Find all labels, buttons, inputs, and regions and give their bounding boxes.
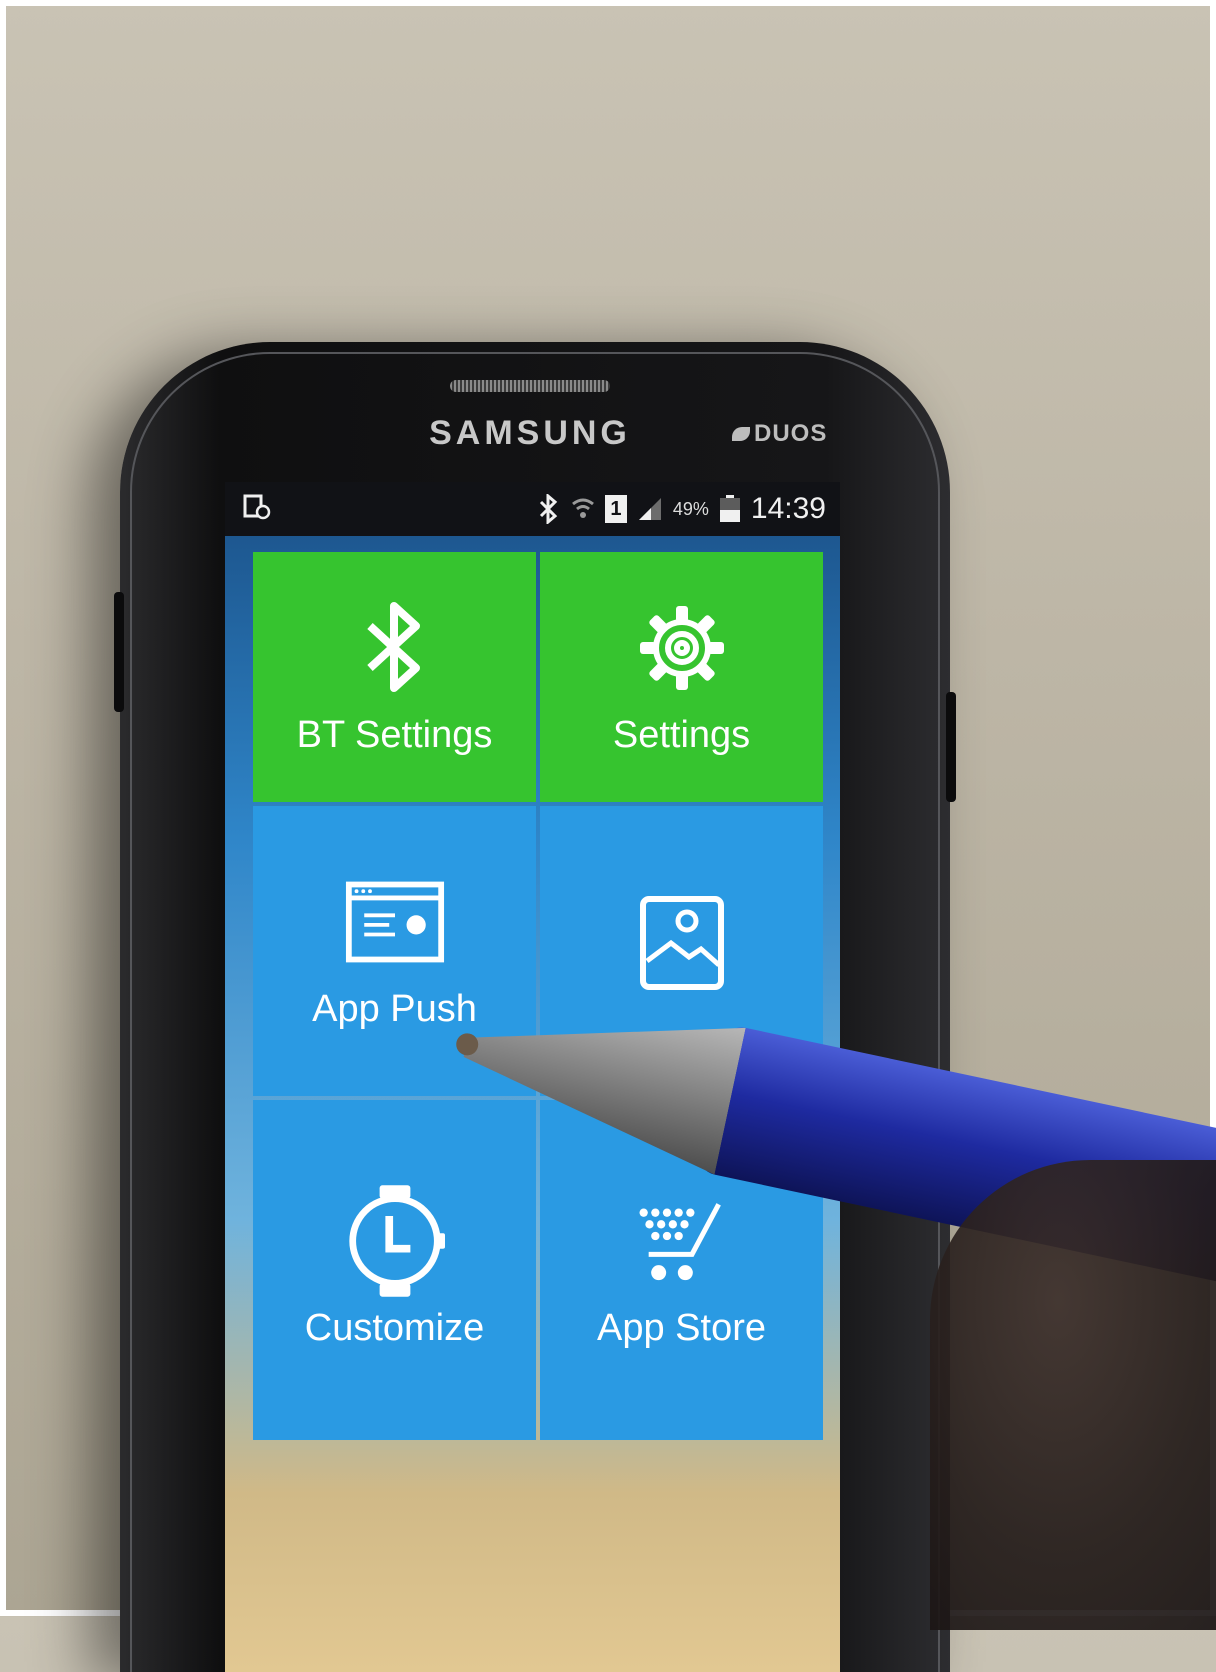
duos-badge: DUOS <box>732 420 827 448</box>
volume-key <box>114 592 124 712</box>
tile-label: App Push <box>312 987 477 1030</box>
hand <box>930 1160 1216 1630</box>
tile-settings[interactable]: Settings <box>540 552 823 802</box>
watch-icon <box>345 1184 445 1297</box>
tile-label: Customize <box>304 1306 485 1349</box>
duos-label: DUOS <box>754 420 828 447</box>
sim-icon: 1 <box>604 495 627 523</box>
pen-cone <box>450 972 745 1175</box>
status-bar: 1 49% 14:39 <box>225 482 840 536</box>
app-window-icon <box>345 872 445 972</box>
signal-icon <box>638 498 661 520</box>
wifi-icon <box>571 498 594 518</box>
bluetooth-icon <box>539 494 558 524</box>
power-key <box>946 692 956 802</box>
clock: 14:39 <box>750 492 826 525</box>
earpiece-speaker <box>450 380 610 392</box>
gear-icon <box>632 598 732 698</box>
tile-label: App Store <box>597 1306 766 1349</box>
bluetooth-icon <box>345 598 445 698</box>
battery-percent: 49% <box>672 498 709 519</box>
tile-bt-settings[interactable]: BT Settings <box>253 552 536 802</box>
tile-label: Settings <box>612 713 751 756</box>
sim-slot-label: 1 <box>610 498 622 520</box>
duos-leaf-icon <box>732 427 750 441</box>
tile-label: BT Settings <box>296 713 493 756</box>
battery-icon <box>719 495 740 522</box>
brand-logo: SAMSUNG <box>429 414 631 452</box>
screen-recorder-icon <box>243 494 271 520</box>
status-icons: 1 49% 14:39 <box>535 490 826 528</box>
